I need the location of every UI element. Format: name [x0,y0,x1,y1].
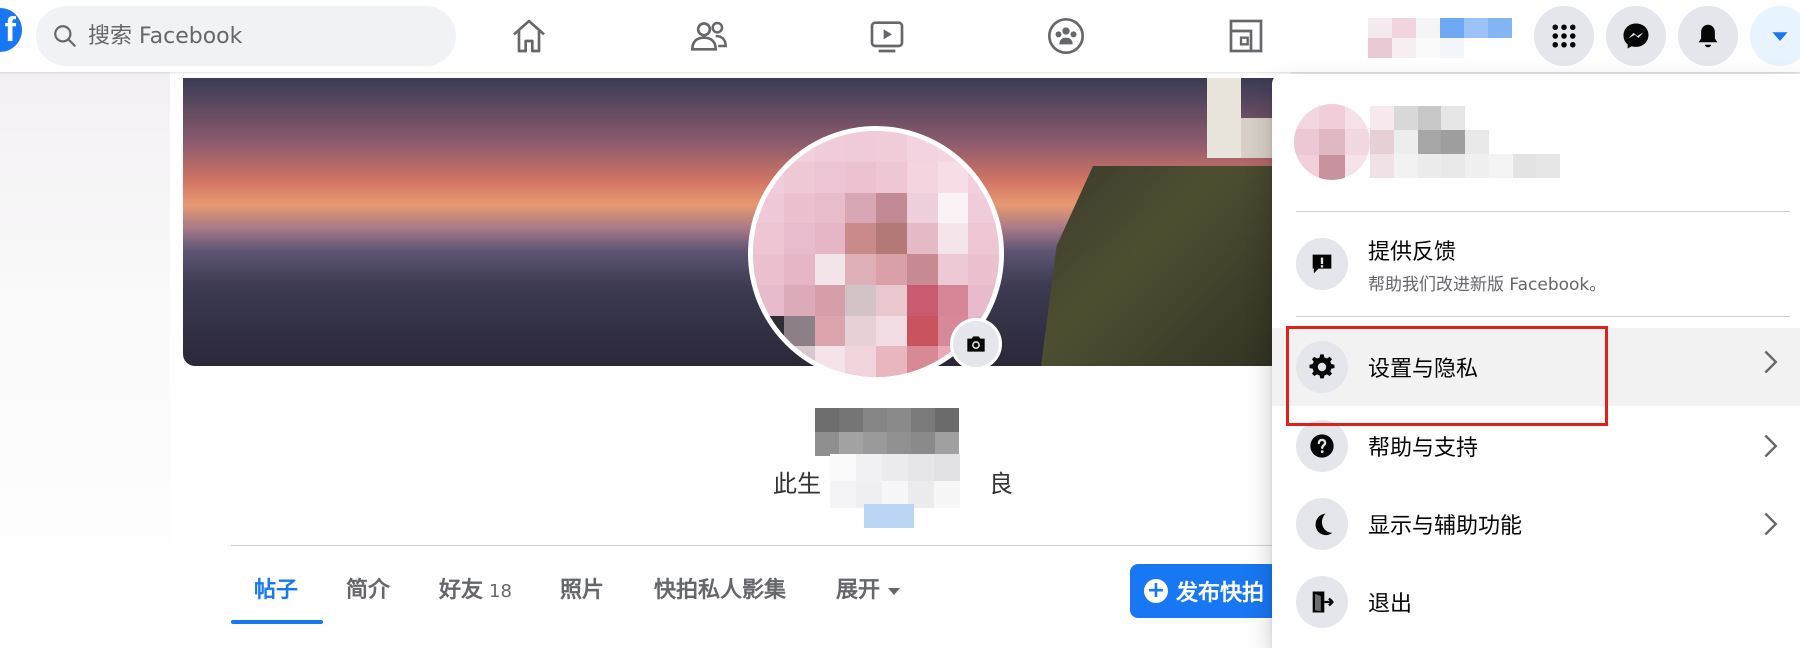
menu-item-logout-label: 退出 [1368,592,1413,617]
help-icon [1296,420,1348,472]
logout-icon [1296,576,1348,628]
add-story-label: 发布快拍 [1176,581,1265,606]
home-icon[interactable] [505,12,553,60]
bio-link-redacted [864,504,914,528]
friends-icon[interactable] [685,12,733,60]
profile-shortcut[interactable] [1368,18,1512,58]
facebook-logo[interactable]: f [0,8,22,52]
menu-item-settings-label: 设置与隐私 [1368,357,1479,382]
menu-item-help-label: 帮助与支持 [1368,436,1479,461]
active-tab-indicator [231,620,323,624]
bio-text-start: 此生 [773,470,821,498]
menu-grid-icon[interactable] [1534,6,1594,66]
friends-count: 18 [489,581,512,602]
top-navigation-bar: f [0,0,1800,72]
watch-icon[interactable] [863,12,911,60]
menu-divider [1296,211,1790,212]
search-input[interactable] [88,23,408,49]
tab-photos[interactable]: 照片 [560,572,604,604]
tab-story-archive[interactable]: 快拍私人影集 [654,572,786,604]
menu-profile-link[interactable] [1294,92,1582,192]
camera-icon [967,336,985,352]
menu-item-feedback-label: 提供反馈 [1368,239,1457,265]
gaming-icon[interactable] [1222,12,1270,60]
bio-redacted [830,454,960,508]
moon-icon [1296,498,1348,550]
notifications-bell-icon[interactable] [1678,6,1738,66]
profile-main: 此生 良 帖子 简介 好友 18 照片 快拍私人影集 展开 + 发布快拍 [170,72,1301,648]
update-avatar-camera-button[interactable] [950,318,1002,370]
menu-item-feedback[interactable]: 提供反馈 帮助我们改进新版 Facebook。 [1272,226,1800,302]
menu-item-settings-privacy[interactable]: 设置与隐私 [1272,328,1800,406]
bio-text-end: 良 [989,470,1013,498]
messenger-icon[interactable] [1606,6,1666,66]
cover-lighthouse [1207,78,1241,158]
account-caret-icon[interactable] [1750,6,1800,66]
caret-down-icon [888,587,901,595]
tab-friends-label: 好友 [439,578,484,603]
tab-more[interactable]: 展开 [836,572,901,604]
gear-icon [1296,341,1348,393]
menu-avatar [1294,104,1370,180]
menu-item-display-accessibility[interactable]: 显示与辅助功能 [1272,490,1800,558]
groups-icon[interactable] [1042,12,1090,60]
profile-name-redacted [815,408,959,456]
menu-item-display-label: 显示与辅助功能 [1368,514,1523,539]
tab-friends[interactable]: 好友 18 [439,572,512,604]
menu-item-feedback-sub: 帮助我们改进新版 Facebook。 [1368,274,1607,295]
chevron-right-icon [1764,512,1778,536]
chevron-right-icon [1764,434,1778,458]
menu-item-help-support[interactable]: 帮助与支持 [1272,412,1800,480]
menu-profile-name-redacted [1370,106,1560,178]
search-box[interactable] [36,6,456,66]
cover-photo[interactable] [183,78,1301,366]
plus-icon: + [1144,579,1168,603]
feedback-icon [1296,238,1348,290]
cover-cliff [1041,166,1301,366]
chevron-right-icon [1764,350,1778,374]
menu-item-logout[interactable]: 退出 [1272,568,1800,636]
add-story-button[interactable]: + 发布快拍 [1130,564,1290,618]
tab-more-label: 展开 [836,578,881,603]
search-icon [54,25,76,47]
left-background [0,72,170,648]
menu-divider [1296,316,1790,317]
tab-posts[interactable]: 帖子 [254,572,298,604]
tab-about[interactable]: 简介 [346,572,390,604]
tabs-divider [231,545,1291,546]
account-dropdown-menu: 提供反馈 帮助我们改进新版 Facebook。 设置与隐私 帮助与支持 显示与辅… [1272,74,1800,648]
